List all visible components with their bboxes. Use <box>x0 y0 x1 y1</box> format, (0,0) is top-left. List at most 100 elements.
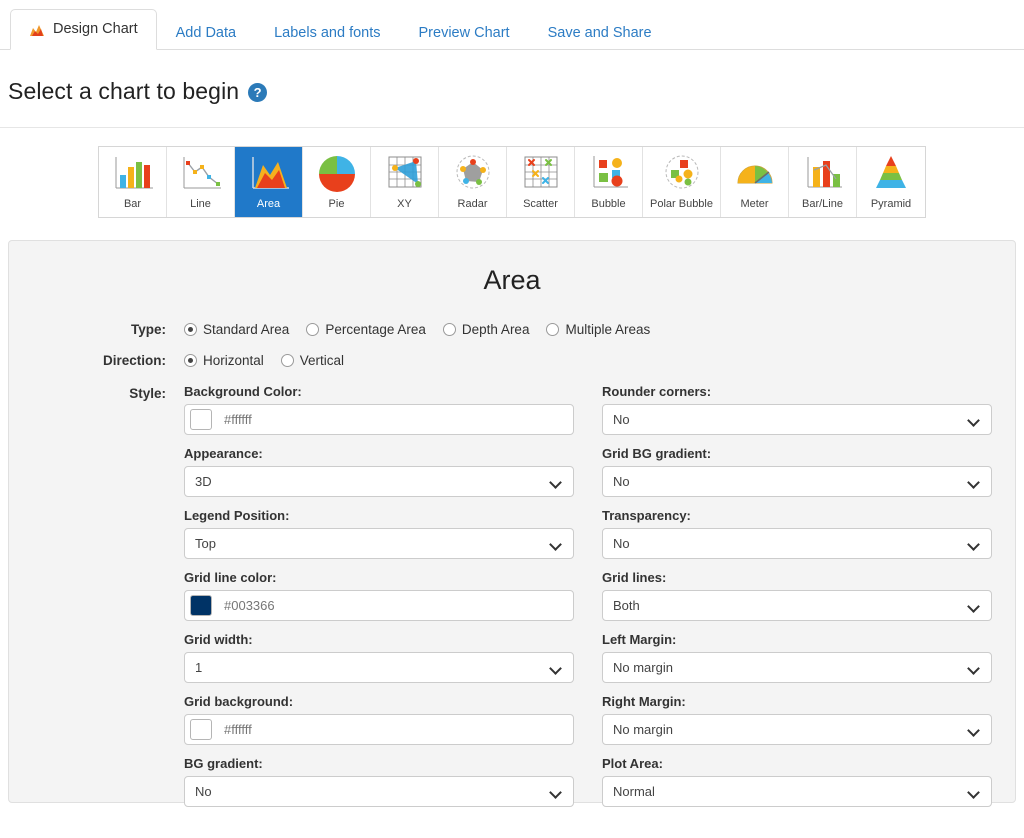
style-right-column: Rounder corners: No Grid BG gradient: No… <box>602 384 992 818</box>
color-swatch[interactable] <box>190 595 212 616</box>
direction-label: Direction: <box>102 353 166 368</box>
header-divider <box>0 127 1024 128</box>
tab-label: Design Chart <box>53 21 138 37</box>
tab-bar: Design Chart Add Data Labels and fonts P… <box>0 0 1024 50</box>
grid-width-select[interactable]: 1 <box>184 652 574 683</box>
background-color-input[interactable]: #ffffff <box>184 404 574 435</box>
transparency-select[interactable]: No <box>602 528 992 559</box>
radio-depth-area[interactable]: Depth Area <box>442 322 530 337</box>
right-margin-select[interactable]: No margin <box>602 714 992 745</box>
chart-type-label: Bar <box>123 198 142 210</box>
chart-type-label: Radar <box>457 198 488 210</box>
field-background-color: Background Color: #ffffff <box>184 384 574 435</box>
select-value: No margin <box>613 722 673 737</box>
select-value: Top <box>195 536 216 551</box>
color-value: #ffffff <box>224 412 252 427</box>
field-bg-gradient: BG gradient: No <box>184 756 574 807</box>
chart-type-label: Line <box>190 198 211 210</box>
radio-indicator[interactable] <box>184 354 197 367</box>
tab-design-chart[interactable]: Design Chart <box>10 9 157 50</box>
field-right-margin: Right Margin: No margin <box>602 694 992 745</box>
panel-title: Area <box>483 265 541 295</box>
bubble-chart-icon <box>582 152 636 196</box>
chart-type-bar-line[interactable]: Bar/Line <box>789 147 857 217</box>
select-value: Normal <box>613 784 655 799</box>
pyramid-chart-icon <box>864 152 918 196</box>
chart-type-label: Area <box>256 198 281 210</box>
field-label: Grid line color: <box>184 570 277 585</box>
radio-indicator[interactable] <box>546 323 560 336</box>
style-row: Style: Background Color: #ffffff Appeara… <box>9 384 1015 818</box>
radio-indicator[interactable] <box>184 323 197 336</box>
field-left-margin: Left Margin: No margin <box>602 632 992 683</box>
grid-bg-gradient-select[interactable]: No <box>602 466 992 497</box>
chart-type-xy[interactable]: XY <box>371 147 439 217</box>
field-grid-bg-gradient: Grid BG gradient: No <box>602 446 992 497</box>
type-radio-group: Standard Area Percentage Area Depth Area… <box>184 322 650 337</box>
grid-lines-select[interactable]: Both <box>602 590 992 621</box>
tab-preview-chart[interactable]: Preview Chart <box>400 14 529 50</box>
chart-type-pie[interactable]: Pie <box>303 147 371 217</box>
chart-type-bar[interactable]: Bar <box>99 147 167 217</box>
tab-labels-and-fonts[interactable]: Labels and fonts <box>255 14 399 50</box>
area-chart-icon <box>242 152 296 196</box>
field-label: Appearance: <box>184 446 263 461</box>
chart-type-polar-bubble[interactable]: Polar Bubble <box>643 147 721 217</box>
chart-type-meter[interactable]: Meter <box>721 147 789 217</box>
tab-save-and-share[interactable]: Save and Share <box>529 14 671 50</box>
radio-label: Vertical <box>299 353 345 368</box>
radio-indicator[interactable] <box>306 323 320 336</box>
chart-type-radar[interactable]: Radar <box>439 147 507 217</box>
field-appearance: Appearance: 3D <box>184 446 574 497</box>
grid-line-color-input[interactable]: #003366 <box>184 590 574 621</box>
radio-label: Multiple Areas <box>565 322 651 337</box>
radio-standard-area[interactable]: Standard Area <box>184 322 289 337</box>
appearance-select[interactable]: 3D <box>184 466 574 497</box>
tab-label: Add Data <box>175 24 237 41</box>
radio-indicator[interactable] <box>442 323 456 336</box>
chart-type-line[interactable]: Line <box>167 147 235 217</box>
radio-label: Horizontal <box>203 353 264 368</box>
chart-type-scatter[interactable]: Scatter <box>507 147 575 217</box>
select-value: No <box>613 412 630 427</box>
tab-label: Labels and fonts <box>274 24 381 41</box>
chart-type-label: Bar/Line <box>802 198 843 210</box>
rounder-corners-select[interactable]: No <box>602 404 992 435</box>
chart-type-bubble[interactable]: Bubble <box>575 147 643 217</box>
chart-type-selector: Bar Line Area Pie XY Radar Scatter Bubbl… <box>0 146 1024 218</box>
grid-background-input[interactable]: #ffffff <box>184 714 574 745</box>
chart-type-pyramid[interactable]: Pyramid <box>857 147 925 217</box>
color-swatch[interactable] <box>190 409 212 430</box>
radio-label: Depth Area <box>461 322 530 337</box>
radio-vertical[interactable]: Vertical <box>280 353 345 368</box>
radio-percentage-area[interactable]: Percentage Area <box>306 322 426 337</box>
select-value: No <box>195 784 212 799</box>
color-swatch[interactable] <box>190 719 212 740</box>
meter-chart-icon <box>728 152 782 196</box>
field-label: Right Margin: <box>602 694 686 709</box>
left-margin-select[interactable]: No margin <box>602 652 992 683</box>
direction-row: Direction: Horizontal Vertical <box>9 353 1015 368</box>
radio-horizontal[interactable]: Horizontal <box>184 353 264 368</box>
tab-label: Save and Share <box>547 24 652 41</box>
field-label: Grid lines: <box>602 570 667 585</box>
chart-type-label: Scatter <box>523 198 558 210</box>
field-label: Rounder corners: <box>602 384 712 399</box>
radio-multiple-areas[interactable]: Multiple Areas <box>546 322 650 337</box>
plot-area-select[interactable]: Normal <box>602 776 992 807</box>
tab-add-data[interactable]: Add Data <box>157 14 255 50</box>
chart-type-label: XY <box>397 198 412 210</box>
chart-type-area[interactable]: Area <box>235 147 303 217</box>
chart-type-label: Polar Bubble <box>650 198 713 210</box>
field-grid-width: Grid width: 1 <box>184 632 574 683</box>
legend-position-select[interactable]: Top <box>184 528 574 559</box>
select-value: 1 <box>195 660 203 675</box>
select-value: 3D <box>195 474 212 489</box>
scatter-chart-icon <box>514 152 568 196</box>
field-legend-position: Legend Position: Top <box>184 508 574 559</box>
bg-gradient-select[interactable]: No <box>184 776 574 807</box>
radio-indicator[interactable] <box>280 354 294 367</box>
select-value: No <box>613 536 630 551</box>
field-plot-area: Plot Area: Normal <box>602 756 992 807</box>
help-icon[interactable]: ? <box>248 83 268 102</box>
